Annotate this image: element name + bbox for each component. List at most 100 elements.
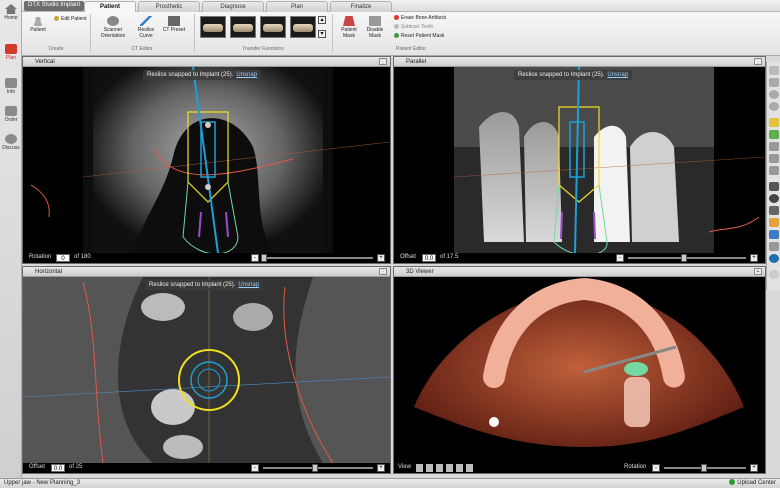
ribbon-toolbar: Patient Edit Patient Create Scanner Orie…	[22, 12, 780, 56]
globe-icon[interactable]	[769, 254, 779, 263]
transfer-thumb-1[interactable]	[200, 16, 226, 38]
subtract-teeth-button[interactable]: Subtract Teeth	[394, 24, 433, 31]
unsnap-link[interactable]: Unsnap	[607, 72, 628, 78]
erase-bone-artifacts-button[interactable]: Erase Bone Artifacts	[394, 15, 446, 22]
viewport-menu-icon[interactable]: ⋮	[379, 58, 387, 65]
ct-slice-parallel	[453, 67, 765, 253]
viewport-header: Horizontal ⋮	[23, 267, 390, 277]
slider-knob[interactable]	[261, 254, 267, 262]
zoom-out-icon[interactable]	[769, 102, 779, 111]
undo-icon[interactable]	[769, 142, 779, 151]
slider-knob[interactable]	[701, 464, 707, 472]
crosshair-icon[interactable]	[769, 206, 779, 215]
increment-button[interactable]: +	[377, 254, 385, 262]
ruler-icon[interactable]	[769, 218, 779, 227]
viewport-horizontal[interactable]: Horizontal ⋮ Reslice snapped to Implant (…	[22, 266, 391, 474]
upload-status-icon	[729, 479, 736, 485]
nav-plan[interactable]: Plan	[0, 44, 22, 61]
viewport-footer: Offset 0.0 of 25 - +	[23, 463, 390, 473]
pointer-icon[interactable]	[769, 66, 779, 75]
unsnap-link[interactable]: Unsnap	[236, 72, 257, 78]
annotate-icon[interactable]	[769, 130, 779, 139]
pan-icon[interactable]	[769, 78, 779, 87]
rotation-input[interactable]: 0	[56, 254, 70, 262]
upload-center-link[interactable]: Upload Center	[729, 479, 776, 488]
transfer-thumb-4[interactable]	[290, 16, 316, 38]
erase-icon	[394, 15, 399, 20]
disable-mask-button[interactable]: Disable Mask	[364, 16, 386, 39]
scanner-orientation-button[interactable]: Scanner Orientation	[96, 16, 130, 39]
redo-icon[interactable]	[769, 154, 779, 163]
rotation-slider[interactable]	[263, 257, 373, 259]
offset-input[interactable]: 0.0	[422, 254, 436, 262]
viewport-parallel[interactable]: Parallel ⋮ Reslice snapped to Implant (25…	[393, 56, 766, 264]
viewport-3d[interactable]: 3D Viewer + View Rotation - +	[393, 266, 766, 474]
reslice-curve-button[interactable]: Reslice Curve	[132, 16, 160, 39]
right-toolbar	[766, 62, 780, 290]
plan-icon	[5, 44, 17, 54]
ct-slice-vertical	[30, 67, 390, 253]
group-label-create: Create	[48, 46, 64, 52]
transfer-thumb-3[interactable]	[260, 16, 286, 38]
unsnap-link[interactable]: Unsnap	[238, 282, 259, 288]
viewport-footer: Rotation 0 of 180 - +	[23, 253, 390, 263]
home-icon	[5, 4, 17, 14]
disable-mask-icon	[369, 16, 381, 26]
decrement-button[interactable]: -	[652, 464, 660, 472]
slider-knob[interactable]	[312, 464, 318, 472]
nav-order[interactable]: Order	[0, 106, 22, 123]
patient-mask-button[interactable]: Patient Mask	[338, 16, 360, 39]
reset-patient-mask-button[interactable]: Reset Patient Mask	[394, 33, 444, 40]
scroll-down-button[interactable]: ▾	[318, 30, 326, 38]
transfer-thumb-2[interactable]	[230, 16, 256, 38]
viewport-footer: View Rotation - +	[394, 463, 765, 473]
offset-slider[interactable]	[263, 467, 373, 469]
eye-icon[interactable]	[769, 270, 779, 279]
tab-finalize[interactable]: Finalize	[330, 1, 392, 12]
edit-patient-button[interactable]: Edit Patient	[54, 16, 87, 23]
add-icon[interactable]: +	[754, 268, 762, 275]
reset-view-icon[interactable]	[769, 166, 779, 175]
ct-slice-horizontal	[23, 277, 390, 463]
reslice-notice: Reslice snapped to Implant (25). Unsnap	[145, 280, 264, 290]
scroll-up-button[interactable]: ▴	[318, 16, 326, 24]
increment-button[interactable]: +	[377, 464, 385, 472]
decrement-button[interactable]: -	[616, 254, 624, 262]
offset-input[interactable]: 0.0	[51, 464, 65, 472]
tab-prosthetic[interactable]: Prosthetic	[138, 1, 200, 12]
increment-button[interactable]: +	[750, 464, 758, 472]
nav-home[interactable]: Home	[0, 4, 22, 21]
link-icon[interactable]	[769, 242, 779, 251]
patient-icon	[32, 16, 44, 26]
slider-knob[interactable]	[681, 254, 687, 262]
viewport-vertical[interactable]: Vertical ⋮ Reslice snapped to Implant (25…	[22, 56, 391, 264]
ct-preset-button[interactable]: CT Preset	[162, 16, 186, 33]
patient-button[interactable]: Patient	[28, 16, 48, 33]
tab-plan[interactable]: Plan	[266, 1, 328, 12]
offset-slider[interactable]	[628, 257, 746, 259]
decrement-button[interactable]: -	[251, 464, 259, 472]
viewport-menu-icon[interactable]: ⋮	[379, 268, 387, 275]
implant-icon[interactable]	[769, 230, 779, 239]
viewport-menu-icon[interactable]: ⋮	[754, 58, 762, 65]
nav-info[interactable]: Info	[0, 78, 22, 95]
viewport-footer: Offset 0.0 of 17.5 - +	[394, 253, 765, 263]
tab-diagnose[interactable]: Diagnose	[202, 1, 264, 12]
increment-button[interactable]: +	[750, 254, 758, 262]
brush-icon[interactable]	[769, 182, 779, 191]
status-bar: Upper jaw - New Planning_3 Upload Center	[0, 478, 780, 488]
edit-icon	[54, 16, 59, 21]
viewport-header: 3D Viewer +	[394, 267, 765, 277]
measure-icon[interactable]	[769, 118, 779, 127]
left-app-bar: Home Plan Info Order Discuss	[0, 0, 22, 478]
zoom-icon[interactable]	[769, 90, 779, 99]
group-label-patient-editor: Patient Editor	[395, 46, 427, 52]
ct-preset-icon	[168, 16, 180, 26]
viewport-header: Parallel ⋮	[394, 57, 765, 67]
decrement-button[interactable]: -	[251, 254, 259, 262]
radiation-icon[interactable]	[769, 194, 779, 203]
reset-icon	[394, 33, 399, 38]
3d-model	[414, 277, 744, 447]
view-preset-icons[interactable]	[416, 464, 476, 472]
nav-discuss[interactable]: Discuss	[0, 134, 22, 151]
